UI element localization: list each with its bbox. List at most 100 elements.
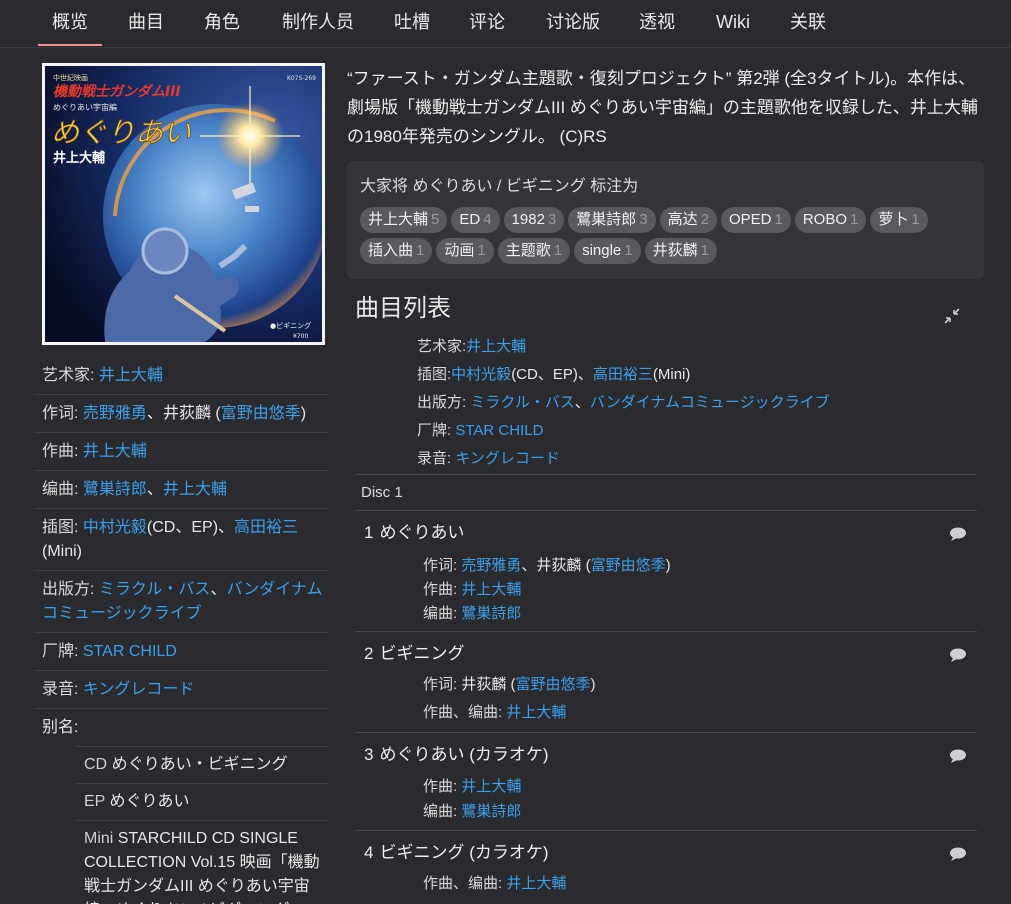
recording-link[interactable]: キングレコード	[83, 681, 195, 698]
track-credit: 作词: 井荻麟 (富野由悠季)	[423, 676, 596, 693]
comment-icon[interactable]	[949, 749, 967, 763]
alias-item: CD めぐりあい・ビギニング	[76, 746, 328, 784]
tracklist-credits: 艺术家:井上大輔 插图:中村光毅(CD、EP)、高田裕三(Mini) 出版方: …	[417, 333, 977, 473]
lyricist-alias-link[interactable]: 富野由悠季	[591, 557, 666, 574]
artist-link[interactable]: 井上大輔	[99, 367, 163, 384]
tab-reviews[interactable]: 评论	[461, 0, 513, 46]
lyricist-link[interactable]: 売野雅勇	[83, 405, 147, 422]
info-box: 艺术家: 井上大輔 作词: 売野雅勇、井荻麟 (富野由悠季) 作曲: 井上大輔 …	[34, 357, 328, 904]
cover-artist: 井上大輔	[53, 150, 105, 166]
track-row[interactable]: 2 ビギニング 作词: 井荻麟 (富野由悠季) 作曲、编曲: 井上大輔	[355, 631, 977, 732]
top-nav: 概览 曲目 角色 制作人员 吐槽 评论 讨论版 透视 Wiki 关联	[0, 0, 1011, 48]
track-title[interactable]: 3 めぐりあい (カラオケ)	[364, 743, 549, 767]
tab-board[interactable]: 讨论版	[537, 0, 609, 46]
summary-text: “ファースト・ガンダム主題歌・復刻プロジェクト” 第2弾 (全3タイトル)。本作…	[347, 69, 978, 146]
track-row[interactable]: 4 ビギニング (カラオケ) 作曲、编曲: 井上大輔	[355, 830, 977, 904]
illustrator-link[interactable]: 中村光毅	[451, 366, 511, 383]
arranger-link[interactable]: 鷺巣詩郎	[461, 803, 521, 820]
cover-series-small: 中世紀映画	[53, 73, 88, 82]
info-label: 厂牌: STAR CHILD	[34, 633, 328, 671]
arranger-link[interactable]: 鷺巣詩郎	[461, 605, 521, 622]
info-illustration: 插图: 中村光毅(CD、EP)、高田裕三 (Mini)	[34, 509, 328, 571]
track-title[interactable]: 2 ビギニング	[364, 642, 464, 666]
tag-chip[interactable]: 高达 2	[659, 207, 717, 233]
composer-link[interactable]: 井上大輔	[506, 704, 566, 721]
alias-item: Mini STARCHILD CD SINGLE COLLECTION Vol.…	[84, 830, 320, 904]
publisher-link-2[interactable]: バンダイナムコミュージックライブ	[590, 394, 830, 411]
lyricist-link[interactable]: 売野雅勇	[461, 557, 521, 574]
tag-section: 大家将 めぐりあい / ビギニング 标注为 井上大輔 5 ED 4 1982 3 鷺巣…	[347, 161, 984, 279]
alias-item: EP めぐりあい	[76, 784, 328, 821]
composer-link[interactable]: 井上大輔	[461, 778, 521, 795]
comment-icon[interactable]	[949, 648, 967, 662]
tab-perspective[interactable]: 透视	[631, 0, 683, 46]
tag-chip[interactable]: OPED 1	[720, 207, 791, 233]
illustrator-link-2[interactable]: 高田裕三	[234, 519, 298, 536]
track-credit: 编曲: 鷺巣詩郎	[423, 803, 522, 820]
tag-chip[interactable]: single 1	[574, 238, 641, 264]
track-credit: 作曲、编曲: 井上大輔	[423, 704, 567, 721]
tab-comments[interactable]: 吐槽	[386, 0, 438, 46]
tab-characters[interactable]: 角色	[196, 0, 248, 46]
info-arranger: 编曲: 鷺巣詩郎、井上大輔	[34, 471, 328, 509]
arranger-link[interactable]: 鷺巣詩郎	[83, 481, 147, 498]
info-composer: 作曲: 井上大輔	[34, 433, 328, 471]
info-artist: 艺术家: 井上大輔	[34, 357, 328, 395]
illustrator-link-2[interactable]: 高田裕三	[593, 366, 653, 383]
credit-recording: 录音: キングレコード	[417, 450, 560, 467]
cover-art-image: 中世紀映画 機動戦士ガンダムIII K07S-269 めぐりあい宇宙編 めぐりあ…	[45, 66, 322, 342]
info-aliases: 别名:	[42, 719, 79, 736]
lyricist-alias-link[interactable]: 富野由悠季	[516, 676, 591, 693]
track-title[interactable]: 1 めぐりあい	[364, 521, 464, 545]
track-credit: 作曲、编曲: 井上大輔	[423, 875, 567, 892]
comment-icon[interactable]	[949, 847, 967, 861]
tag-list: 井上大輔 5 ED 4 1982 3 鷺巣詩郎 3 高达 2 OPED 1 ROBO 1 萝卜…	[360, 207, 971, 264]
tag-chip[interactable]: 插入曲 1	[360, 238, 433, 264]
disc-header: Disc 1	[355, 474, 977, 511]
composer-link[interactable]: 井上大輔	[83, 443, 147, 460]
tab-tracks[interactable]: 曲目	[120, 0, 172, 46]
info-publisher: 出版方: ミラクル・バス、バンダイナムコミュージックライブ	[34, 571, 328, 633]
label-link[interactable]: STAR CHILD	[83, 643, 177, 660]
label-link[interactable]: STAR CHILD	[455, 422, 543, 439]
tag-chip[interactable]: ROBO 1	[794, 207, 867, 233]
tag-chip[interactable]: 萝卜 1	[870, 207, 928, 233]
collapse-icon[interactable]	[942, 306, 962, 326]
tag-section-title: 大家将 めぐりあい / ビギニング 标注为	[360, 178, 639, 195]
lyricist-alias-link[interactable]: 富野由悠季	[221, 405, 301, 422]
cover-series-logo: 機動戦士ガンダムIII	[53, 83, 181, 100]
tag-chip[interactable]: 井荻麟 1	[644, 238, 717, 264]
info-lyrics: 作词: 売野雅勇、井荻麟 (富野由悠季)	[34, 395, 328, 433]
publisher-link[interactable]: ミラクル・バス	[470, 394, 575, 411]
recording-link[interactable]: キングレコード	[455, 450, 560, 467]
tag-chip[interactable]: 1982 3	[503, 207, 565, 233]
tag-chip[interactable]: 动画 1	[436, 238, 494, 264]
credit-artist: 艺术家:井上大輔	[417, 338, 527, 355]
tab-relations[interactable]: 关联	[782, 0, 834, 46]
arranger-link-2[interactable]: 井上大輔	[163, 481, 227, 498]
tag-chip[interactable]: 井上大輔 5	[360, 207, 448, 233]
cover-subtitle: めぐりあい宇宙編	[53, 102, 117, 112]
composer-link[interactable]: 井上大輔	[506, 875, 566, 892]
tag-chip[interactable]: 鷺巣詩郎 3	[568, 207, 656, 233]
comment-icon[interactable]	[949, 527, 967, 541]
track-credit: 编曲: 鷺巣詩郎	[423, 605, 522, 622]
tag-chip[interactable]: ED 4	[451, 207, 500, 233]
credit-illustration: 插图:中村光毅(CD、EP)、高田裕三(Mini)	[417, 366, 691, 383]
tab-staff[interactable]: 制作人员	[272, 0, 364, 46]
cover-catalog: K07S-269	[287, 75, 316, 82]
illustrator-link[interactable]: 中村光毅	[83, 519, 147, 536]
track-row[interactable]: 3 めぐりあい (カラオケ) 作曲: 井上大輔 编曲: 鷺巣詩郎	[355, 732, 977, 830]
album-cover[interactable]: 中世紀映画 機動戦士ガンダムIII K07S-269 めぐりあい宇宙編 めぐりあ…	[42, 63, 325, 345]
tab-wiki[interactable]: Wiki	[707, 0, 759, 46]
track-row[interactable]: 1 めぐりあい 作词: 売野雅勇、井荻麟 (富野由悠季) 作曲: 井上大輔 编曲:…	[355, 510, 977, 631]
credit-publisher: 出版方: ミラクル・バス、バンダイナムコミュージックライブ	[417, 394, 830, 411]
composer-link[interactable]: 井上大輔	[461, 581, 521, 598]
credit-label: 厂牌: STAR CHILD	[417, 422, 544, 439]
artist-link[interactable]: 井上大輔	[466, 338, 526, 355]
tab-overview[interactable]: 概览	[38, 0, 102, 46]
publisher-link[interactable]: ミラクル・バス	[99, 581, 211, 598]
cover-main-title: めぐりあい	[51, 116, 191, 149]
track-title[interactable]: 4 ビギニング (カラオケ)	[364, 841, 549, 865]
tag-chip[interactable]: 主题歌 1	[497, 238, 571, 264]
